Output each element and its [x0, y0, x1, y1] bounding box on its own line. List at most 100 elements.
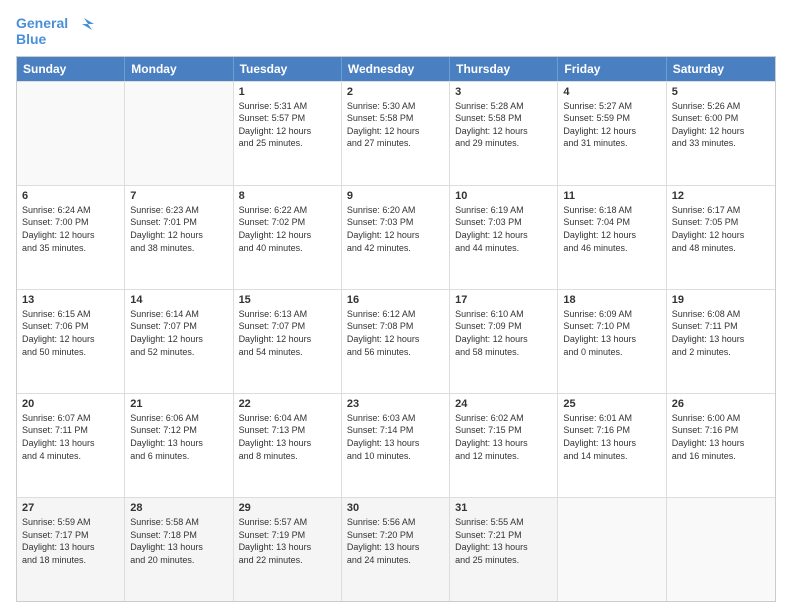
cell-line-3: and 4 minutes.	[22, 450, 119, 463]
day-cell-21: 21Sunrise: 6:06 AMSunset: 7:12 PMDayligh…	[125, 394, 233, 497]
day-cell-11: 11Sunrise: 6:18 AMSunset: 7:04 PMDayligh…	[558, 186, 666, 289]
cell-line-0: Sunrise: 5:58 AM	[130, 516, 227, 529]
day-cell-4: 4Sunrise: 5:27 AMSunset: 5:59 PMDaylight…	[558, 82, 666, 185]
cell-line-0: Sunrise: 6:01 AM	[563, 412, 660, 425]
cell-line-3: and 35 minutes.	[22, 242, 119, 255]
cell-details: Sunrise: 6:20 AMSunset: 7:03 PMDaylight:…	[347, 204, 444, 254]
day-number: 30	[347, 502, 444, 514]
day-cell-7: 7Sunrise: 6:23 AMSunset: 7:01 PMDaylight…	[125, 186, 233, 289]
empty-cell	[17, 82, 125, 185]
cell-line-1: Sunset: 7:04 PM	[563, 216, 660, 229]
cell-line-1: Sunset: 6:00 PM	[672, 112, 770, 125]
cell-line-0: Sunrise: 5:59 AM	[22, 516, 119, 529]
cell-line-1: Sunset: 7:05 PM	[672, 216, 770, 229]
weekday-header-sunday: Sunday	[17, 57, 125, 81]
day-number: 9	[347, 190, 444, 202]
cell-line-2: Daylight: 13 hours	[672, 437, 770, 450]
logo-text: General	[16, 16, 94, 32]
day-number: 18	[563, 294, 660, 306]
day-number: 4	[563, 86, 660, 98]
week-row-3: 13Sunrise: 6:15 AMSunset: 7:06 PMDayligh…	[17, 289, 775, 393]
day-cell-31: 31 Sunrise: 5:55 AMSunset: 7:21 PMDayligh…	[450, 498, 558, 601]
day-number: 5	[672, 86, 770, 98]
logo: General Blue	[16, 16, 94, 48]
cell-line-3: and 20 minutes.	[130, 554, 227, 567]
day-number: 15	[239, 294, 336, 306]
cell-line-3: and 0 minutes.	[563, 346, 660, 359]
cell-line-3: and 54 minutes.	[239, 346, 336, 359]
cell-line-1: Sunset: 7:13 PM	[239, 424, 336, 437]
cell-line-0: Sunrise: 6:06 AM	[130, 412, 227, 425]
cell-line-0: Sunrise: 5:26 AM	[672, 100, 770, 113]
calendar: SundayMondayTuesdayWednesdayThursdayFrid…	[16, 56, 776, 602]
cell-details: Sunrise: 6:23 AMSunset: 7:01 PMDaylight:…	[130, 204, 227, 254]
cell-details: Sunrise: 6:17 AMSunset: 7:05 PMDaylight:…	[672, 204, 770, 254]
empty-cell	[125, 82, 233, 185]
logo-general: General	[16, 15, 68, 31]
cell-details: Sunrise: 5:55 AMSunset: 7:21 PMDaylight:…	[455, 516, 552, 566]
day-number: 31	[455, 502, 552, 514]
day-cell-15: 15 Sunrise: 6:13 AMSunset: 7:07 PMDayligh…	[234, 290, 342, 393]
cell-details: Sunrise: 6:24 AMSunset: 7:00 PMDaylight:…	[22, 204, 119, 254]
cell-line-2: Daylight: 12 hours	[239, 333, 336, 346]
cell-line-3: and 33 minutes.	[672, 137, 770, 150]
cell-details: Sunrise: 5:57 AMSunset: 7:19 PMDaylight:…	[239, 516, 336, 566]
cell-line-0: Sunrise: 6:13 AM	[239, 308, 336, 321]
cell-line-2: Daylight: 12 hours	[455, 333, 552, 346]
cell-line-1: Sunset: 7:01 PM	[130, 216, 227, 229]
logo-blue: Blue	[16, 32, 94, 47]
cell-line-2: Daylight: 12 hours	[455, 229, 552, 242]
cell-details: Sunrise: 6:04 AMSunset: 7:13 PMDaylight:…	[239, 412, 336, 462]
day-number: 20	[22, 398, 119, 410]
cell-line-3: and 50 minutes.	[22, 346, 119, 359]
weekday-header-thursday: Thursday	[450, 57, 558, 81]
cell-line-2: Daylight: 12 hours	[563, 229, 660, 242]
cell-line-2: Daylight: 12 hours	[239, 229, 336, 242]
cell-line-0: Sunrise: 5:30 AM	[347, 100, 444, 113]
cell-line-2: Daylight: 12 hours	[130, 229, 227, 242]
cell-line-2: Daylight: 12 hours	[347, 333, 444, 346]
cell-details: Sunrise: 6:14 AMSunset: 7:07 PMDaylight:…	[130, 308, 227, 358]
cell-line-1: Sunset: 7:15 PM	[455, 424, 552, 437]
cell-line-1: Sunset: 7:03 PM	[347, 216, 444, 229]
cell-details: Sunrise: 5:31 AMSunset: 5:57 PMDaylight:…	[239, 100, 336, 150]
cell-line-1: Sunset: 5:58 PM	[347, 112, 444, 125]
weekday-header-tuesday: Tuesday	[234, 57, 342, 81]
cell-line-1: Sunset: 7:20 PM	[347, 529, 444, 542]
cell-details: Sunrise: 5:28 AMSunset: 5:58 PMDaylight:…	[455, 100, 552, 150]
week-row-4: 20Sunrise: 6:07 AMSunset: 7:11 PMDayligh…	[17, 393, 775, 497]
day-cell-12: 12Sunrise: 6:17 AMSunset: 7:05 PMDayligh…	[667, 186, 775, 289]
cell-line-1: Sunset: 7:06 PM	[22, 320, 119, 333]
cell-line-0: Sunrise: 6:24 AM	[22, 204, 119, 217]
cell-line-0: Sunrise: 5:57 AM	[239, 516, 336, 529]
cell-line-3: and 42 minutes.	[347, 242, 444, 255]
day-number: 17	[455, 294, 552, 306]
cell-line-3: and 44 minutes.	[455, 242, 552, 255]
cell-line-1: Sunset: 7:07 PM	[239, 320, 336, 333]
cell-line-2: Daylight: 13 hours	[455, 541, 552, 554]
day-cell-18: 18Sunrise: 6:09 AMSunset: 7:10 PMDayligh…	[558, 290, 666, 393]
day-cell-16: 16Sunrise: 6:12 AMSunset: 7:08 PMDayligh…	[342, 290, 450, 393]
calendar-header: SundayMondayTuesdayWednesdayThursdayFrid…	[17, 57, 775, 81]
cell-line-1: Sunset: 5:59 PM	[563, 112, 660, 125]
cell-line-0: Sunrise: 6:15 AM	[22, 308, 119, 321]
cell-line-3: and 29 minutes.	[455, 137, 552, 150]
day-cell-13: 13Sunrise: 6:15 AMSunset: 7:06 PMDayligh…	[17, 290, 125, 393]
cell-line-3: and 58 minutes.	[455, 346, 552, 359]
day-cell-30: 30 Sunrise: 5:56 AMSunset: 7:20 PMDayligh…	[342, 498, 450, 601]
day-number: 22	[239, 398, 336, 410]
cell-line-3: and 24 minutes.	[347, 554, 444, 567]
cell-line-3: and 2 minutes.	[672, 346, 770, 359]
cell-line-2: Daylight: 13 hours	[239, 541, 336, 554]
cell-line-2: Daylight: 13 hours	[22, 437, 119, 450]
day-cell-5: 5Sunrise: 5:26 AMSunset: 6:00 PMDaylight…	[667, 82, 775, 185]
cell-line-2: Daylight: 13 hours	[347, 437, 444, 450]
cell-line-3: and 6 minutes.	[130, 450, 227, 463]
day-number: 29	[239, 502, 336, 514]
cell-line-3: and 10 minutes.	[347, 450, 444, 463]
day-number: 27	[22, 502, 119, 514]
cell-details: Sunrise: 5:56 AMSunset: 7:20 PMDaylight:…	[347, 516, 444, 566]
cell-line-3: and 25 minutes.	[455, 554, 552, 567]
cell-line-1: Sunset: 7:12 PM	[130, 424, 227, 437]
weekday-header-monday: Monday	[125, 57, 233, 81]
